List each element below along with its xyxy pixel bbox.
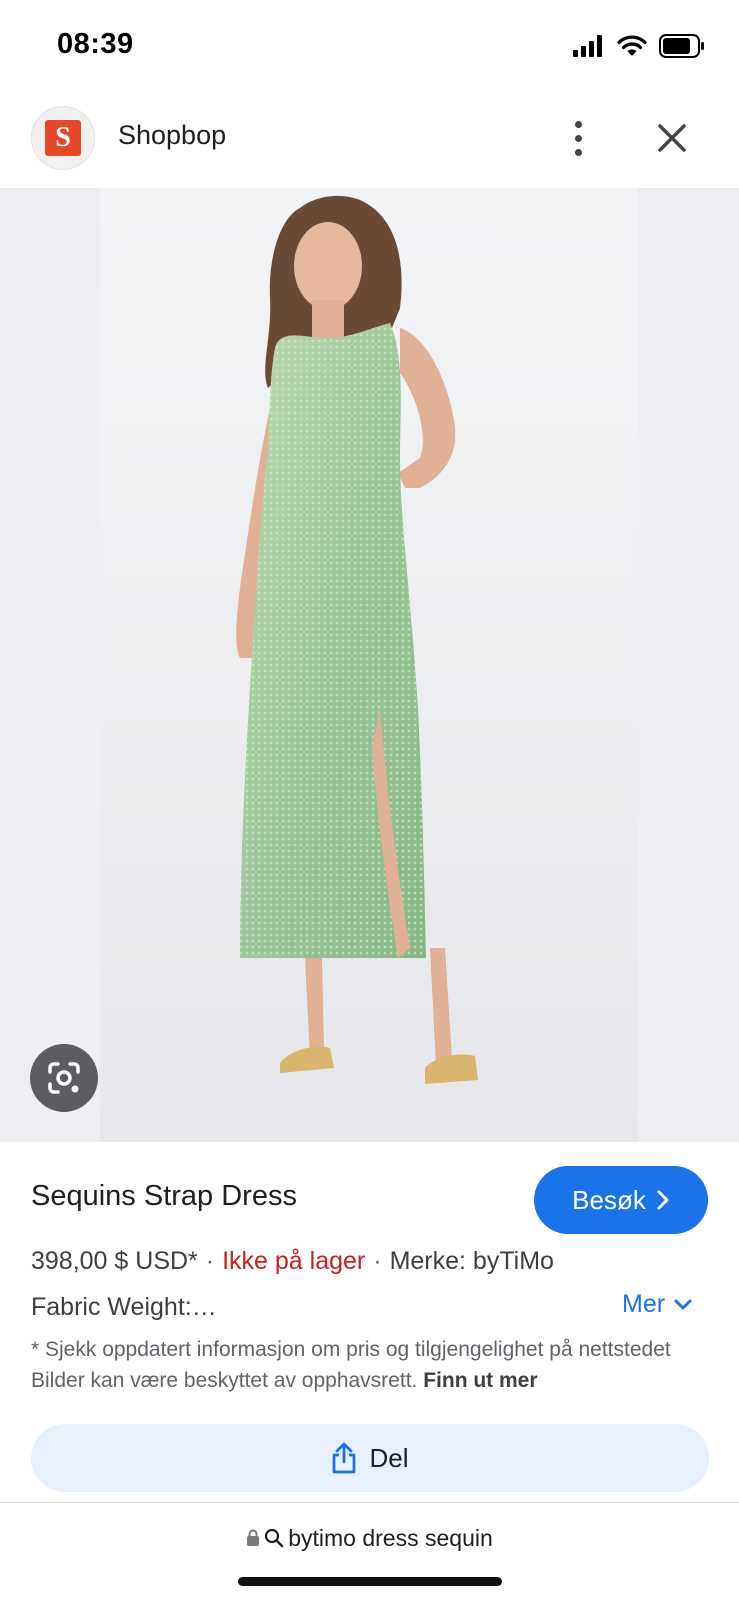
share-label: Del <box>369 1442 409 1473</box>
model-in-dress-illustration <box>100 188 638 1142</box>
google-lens-button[interactable] <box>30 1044 98 1112</box>
lens-icon <box>48 1062 80 1094</box>
product-title: Sequins Strap Dress <box>31 1180 297 1212</box>
fabric-weight: Fabric Weight:… <box>31 1293 217 1321</box>
disclaimer-text: * Sjekk oppdatert informasjon om pris og… <box>31 1338 671 1392</box>
learn-more-link[interactable]: Finn ut mer <box>423 1369 537 1392</box>
divider <box>0 1502 739 1503</box>
status-bar: 08:39 <box>0 0 739 96</box>
stock-status: Ikke på lager <box>222 1247 366 1275</box>
battery-icon <box>659 34 704 58</box>
shopbop-logo: S <box>45 120 81 156</box>
site-name: Shopbop <box>118 120 227 150</box>
browser-header: S Shopbop <box>0 100 739 188</box>
more-vert-icon <box>574 120 582 128</box>
status-icons <box>573 34 705 58</box>
search-icon <box>265 1528 284 1548</box>
disclaimer: * Sjekk oppdatert informasjon om pris og… <box>31 1334 711 1396</box>
url-bar[interactable]: bytimo dress sequin <box>0 1520 739 1556</box>
close-icon <box>658 124 686 152</box>
share-button[interactable]: Del <box>31 1424 709 1492</box>
chevron-right-icon <box>657 1190 669 1210</box>
product-price: 398,00 $ USD* <box>31 1247 198 1275</box>
site-avatar[interactable]: S <box>31 106 95 170</box>
home-indicator[interactable] <box>238 1577 502 1586</box>
more-info-label: Mer <box>622 1290 666 1318</box>
wifi-icon <box>617 35 647 56</box>
image-area <box>0 188 739 1142</box>
status-time: 08:39 <box>57 28 134 60</box>
lock-icon <box>247 1529 260 1546</box>
product-image[interactable] <box>100 188 638 1142</box>
product-brand: Merke: byTiMo <box>389 1247 554 1275</box>
close-button[interactable] <box>650 116 694 160</box>
url-query: bytimo dress sequin <box>288 1524 493 1551</box>
separator-dot: · <box>205 1247 215 1275</box>
more-info-button[interactable]: Mer <box>622 1290 693 1319</box>
more-options-button[interactable] <box>558 114 598 162</box>
chevron-down-icon <box>674 1299 692 1309</box>
product-meta: 398,00 $ USD* · Ikke på lager · Merke: byTiM… <box>31 1247 554 1276</box>
visit-label: Besøk <box>572 1184 646 1215</box>
share-icon <box>333 1442 356 1474</box>
signal-icon <box>573 35 602 57</box>
visit-button[interactable]: Besøk <box>534 1166 708 1234</box>
separator-dot: · <box>373 1247 382 1275</box>
